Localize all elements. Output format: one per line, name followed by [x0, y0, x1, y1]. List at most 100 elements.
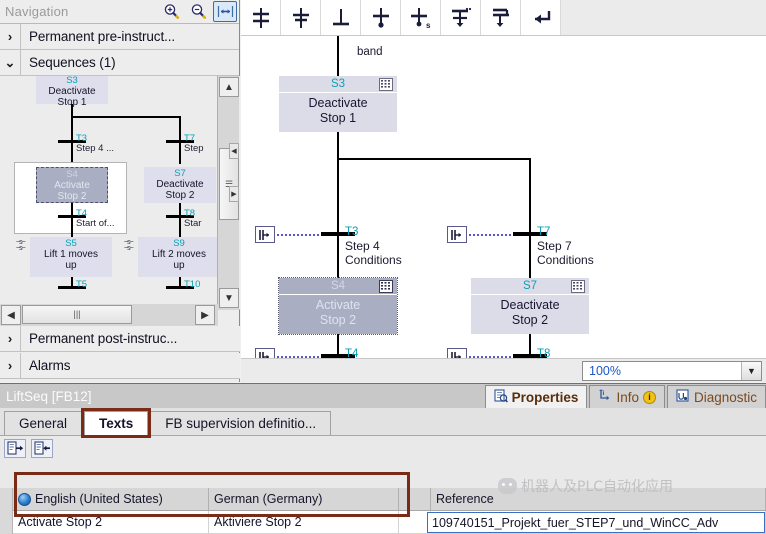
reference-input[interactable]: 109740151_Projekt_fuer_STEP7_und_WinCC_A… — [427, 512, 765, 533]
step-label-line2: Stop 2 — [511, 313, 549, 327]
sidebar-item-permanent-pre-instructions[interactable]: › Permanent pre-instruct... — [0, 23, 239, 50]
transition-link — [469, 234, 515, 236]
minimap-transition-t4[interactable]: T4 Start of... — [76, 209, 115, 229]
scrollbar-thumb[interactable]: ||| — [22, 305, 132, 324]
subtab-texts[interactable]: Texts — [84, 411, 149, 435]
tab-diagnostics[interactable]: Diagnostic — [666, 385, 766, 408]
minimap-step-s9[interactable]: S9 Lift 2 moves up — [138, 237, 220, 277]
minimap-transition-t10[interactable]: T10 — [184, 280, 200, 290]
insert-step-s-icon[interactable]: s — [401, 0, 441, 35]
column-header-label: English (United States) — [35, 492, 163, 506]
export-texts-icon[interactable] — [4, 438, 26, 458]
scroll-up-icon[interactable]: ▲ — [219, 77, 239, 97]
sidebar-item-sequences[interactable]: ⌄ Sequences (1) — [0, 49, 239, 76]
globe-icon — [18, 492, 31, 506]
column-header-reference[interactable]: Reference — [431, 488, 766, 511]
zoom-level-value: 100% — [589, 364, 621, 378]
cell-english[interactable]: Activate Stop 2 — [13, 511, 209, 534]
scroll-right-icon[interactable]: ▶ — [195, 305, 215, 325]
minimap-step-s4[interactable]: S4 Activate Stop 2 — [36, 167, 108, 203]
column-header-english[interactable]: English (United States) — [13, 488, 209, 511]
transition-condition-icon[interactable] — [255, 348, 275, 358]
step-actions-icon[interactable] — [571, 280, 585, 293]
action-marks-icon: ~s~ ~s~ — [16, 239, 26, 252]
insert-jump-icon[interactable] — [361, 0, 401, 35]
insert-sequence-end-icon[interactable] — [321, 0, 361, 35]
step-actions-icon[interactable] — [379, 78, 393, 91]
minimap-transition-t5[interactable]: T5 — [76, 280, 87, 290]
insert-return-icon[interactable] — [521, 0, 561, 35]
connector — [71, 142, 73, 164]
sidebar-item-alarms[interactable]: › Alarms — [0, 352, 240, 379]
transition-line1: Step 7 — [537, 239, 572, 253]
transition-t3[interactable]: T3 Step 4 Conditions — [345, 224, 402, 267]
step-s3[interactable]: S3 Deactivate Stop 1 — [279, 76, 397, 132]
transition-t4[interactable]: T4 Start of lift 1 — [345, 346, 384, 358]
minimap-transition-id: T5 — [76, 279, 88, 290]
sequence-overview-minimap[interactable]: S3 Deactivate Stop 1 T3 Step 4 ... T7 St… — [0, 76, 240, 310]
tab-label: Diagnostic — [693, 389, 757, 405]
connector — [337, 158, 339, 236]
texts-table[interactable]: English (United States) German (Germany)… — [0, 488, 766, 534]
editor-status-bar: 100% ▼ — [241, 358, 766, 382]
minimap-transition-label: Start of... — [76, 218, 115, 229]
close-branch-icon[interactable] — [481, 0, 521, 35]
minimap-transition-t7[interactable]: T7 Step — [184, 134, 204, 154]
step-s4[interactable]: S4 Activate Stop 2 — [278, 277, 398, 335]
pane-expand-right-icon[interactable]: ▶ — [229, 186, 239, 202]
zoom-level-combobox[interactable]: 100% ▼ — [582, 361, 762, 381]
minimap-transition-label: Step 4 ... — [76, 143, 115, 154]
transition-link — [277, 234, 323, 236]
insert-step-transition-icon[interactable] — [241, 0, 281, 35]
fit-width-icon[interactable] — [213, 1, 237, 22]
step-label: Deactivate Stop 2 — [471, 295, 589, 333]
step-actions-icon[interactable] — [379, 280, 393, 293]
import-texts-icon[interactable] — [31, 438, 53, 458]
table-header-row: English (United States) German (Germany)… — [0, 488, 766, 511]
minimap-transition-t3[interactable]: T3 Step 4 ... — [76, 134, 114, 154]
chevron-down-icon[interactable]: ▼ — [741, 362, 761, 380]
connector — [179, 116, 181, 142]
scroll-down-icon[interactable]: ▼ — [219, 288, 239, 308]
transition-condition-icon[interactable] — [447, 226, 467, 243]
chevron-right-icon[interactable]: › — [0, 331, 20, 346]
navigation-header-icons — [159, 1, 237, 22]
scroll-left-icon[interactable]: ◀ — [1, 305, 21, 325]
transition-t8[interactable]: T8 Start of lift 2 — [537, 346, 576, 358]
minimap-step-id: S7 — [174, 168, 186, 179]
sequence-canvas[interactable]: band S3 Deactivate Stop 1 T3 Step 4 Cond… — [241, 36, 766, 358]
open-branch-icon[interactable] — [441, 0, 481, 35]
zoom-out-icon[interactable] — [186, 1, 210, 22]
connector — [71, 104, 73, 116]
inspector-panel: LiftSeq [FB12] Properties i Info i Diagn… — [0, 383, 766, 534]
minimap-horizontal-scrollbar[interactable]: ◀ ||| ▶ — [0, 304, 218, 326]
insert-transition-step-icon[interactable] — [281, 0, 321, 35]
subtab-general[interactable]: General — [4, 411, 83, 435]
transition-t7[interactable]: T7 Step 7 Conditions — [537, 224, 594, 267]
minimap-transition-t8[interactable]: T8 Star — [184, 209, 201, 229]
transition-condition-icon[interactable] — [255, 226, 275, 243]
subtab-fb-supervision-definitions[interactable]: FB supervision definitio... — [150, 411, 332, 435]
chevron-right-icon[interactable]: › — [0, 358, 20, 373]
minimap-step-s5[interactable]: S5 Lift 1 moves up — [30, 237, 112, 277]
step-s7[interactable]: S7 Deactivate Stop 2 — [471, 278, 589, 334]
column-header-german[interactable]: German (Germany) — [209, 488, 399, 511]
chevron-right-icon[interactable]: › — [0, 29, 20, 44]
connector — [337, 158, 531, 160]
tab-properties[interactable]: Properties — [484, 385, 588, 408]
grip-icon: ||| — [73, 309, 81, 319]
transition-condition-icon[interactable] — [447, 348, 467, 358]
pane-collapse-left-icon[interactable]: ◀ — [229, 143, 239, 159]
chevron-down-icon[interactable]: ⌄ — [0, 55, 20, 71]
cell-german[interactable]: Aktiviere Stop 2 — [209, 511, 399, 534]
zoom-in-icon[interactable] — [159, 1, 183, 22]
sidebar-item-permanent-post-instructions[interactable]: › Permanent post-instruc... — [0, 325, 240, 352]
band-label: band — [357, 46, 383, 58]
minimap-transition-label: Step — [184, 143, 204, 154]
row-gutter[interactable] — [0, 511, 13, 534]
editor-toolbar: s — [241, 0, 766, 36]
minimap-step-id: S9 — [173, 238, 185, 249]
minimap-step-s7[interactable]: S7 Deactivate Stop 2 — [144, 167, 216, 203]
minimap-step-s3[interactable]: S3 Deactivate Stop 1 — [36, 76, 108, 108]
tab-info[interactable]: i Info i — [589, 385, 665, 408]
